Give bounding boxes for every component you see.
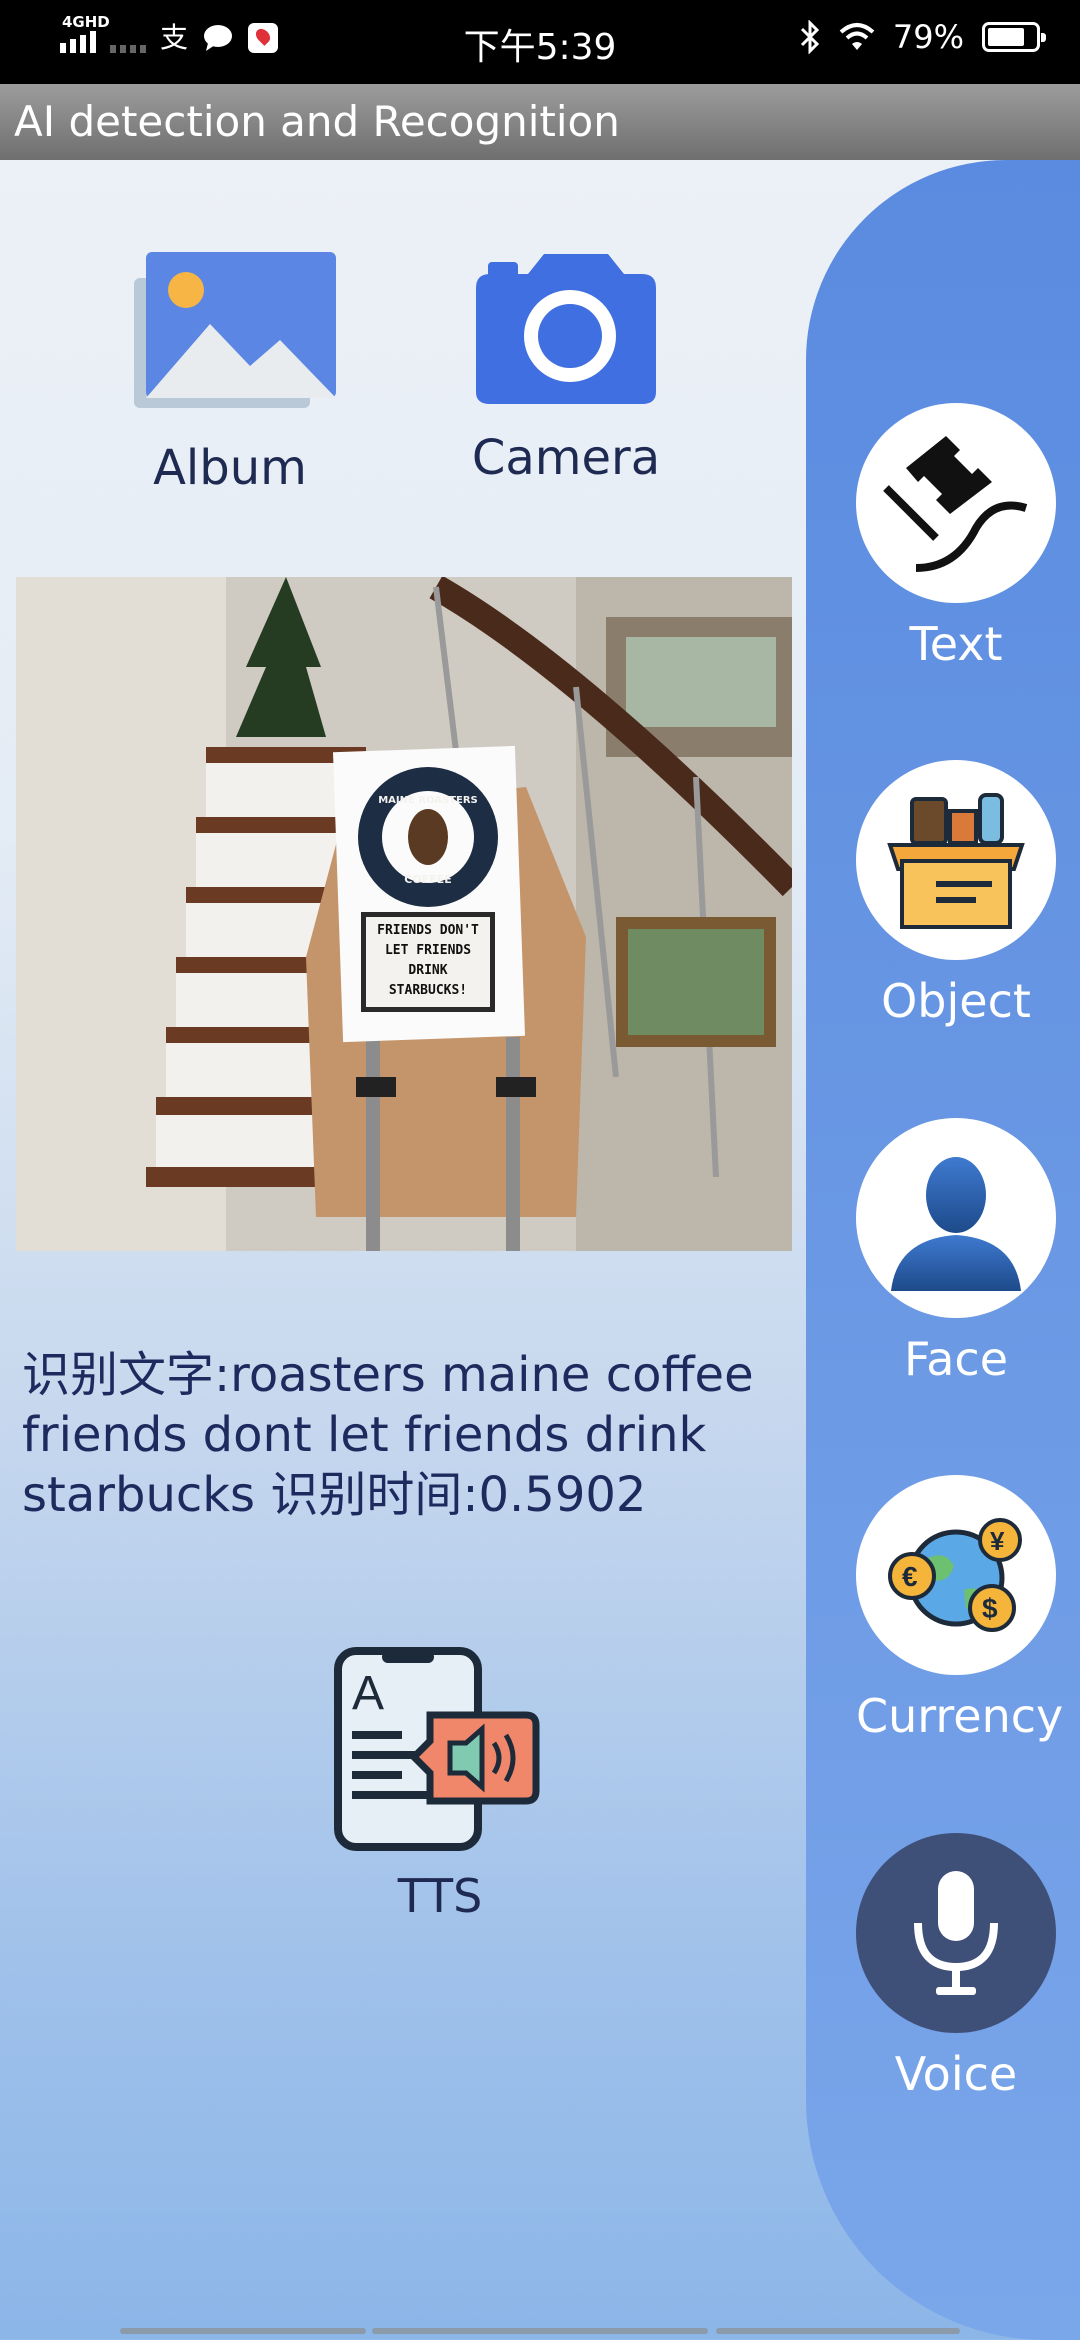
microphone-icon	[914, 1871, 998, 1995]
text-icon	[883, 436, 1028, 572]
poster-message: FRIENDS DON'T LET FRIENDS DRINK STARBUCK…	[366, 921, 490, 1001]
poster-line: DRINK	[408, 963, 448, 978]
home-indicator[interactable]	[372, 2328, 708, 2334]
photo-scene	[16, 577, 792, 1251]
home-indicator[interactable]	[120, 2328, 366, 2334]
album-icon	[134, 252, 336, 408]
sidebar-item-label: Text	[909, 617, 1003, 671]
poster-line: LET FRIENDS	[384, 943, 472, 958]
sidebar-item-label: Currency	[856, 1689, 1064, 1743]
face-mode-button[interactable]	[856, 1118, 1056, 1318]
camera-icon	[476, 254, 656, 404]
text-mode-button[interactable]	[856, 403, 1056, 603]
object-mode-button[interactable]	[856, 760, 1056, 960]
poster-subtitle: COFFEE	[404, 873, 452, 886]
svg-text:€: €	[902, 1561, 918, 1592]
recognition-result: 识别文字:roasters maine coffee friends dont …	[22, 1347, 754, 1523]
album-label: Album	[153, 440, 307, 496]
poster-line: FRIENDS DON'T	[377, 923, 479, 938]
sidebar-item-label: Object	[881, 974, 1031, 1028]
sidebar-item-voice[interactable]: Voice	[856, 1833, 1056, 2101]
bluetooth-icon	[800, 20, 819, 54]
status-bar: 4GHD 支 下午5:39 79%	[0, 0, 1080, 84]
svg-text:$: $	[982, 1593, 998, 1624]
home-indicator[interactable]	[716, 2328, 960, 2334]
sidebar-item-currency[interactable]: € ¥ $ Currency	[856, 1475, 1064, 1743]
sidebar-item-object[interactable]: Object	[856, 760, 1056, 1028]
app-title-bar: AI detection and Recognition	[0, 84, 1080, 160]
tts-label: TTS	[397, 1869, 483, 1923]
sidebar-item-label: Voice	[894, 2047, 1018, 2101]
album-button[interactable]: Album	[130, 248, 336, 496]
camera-button[interactable]: Camera	[466, 248, 666, 486]
poster-line: STARBUCKS!	[388, 983, 468, 998]
object-box-icon	[887, 793, 1025, 929]
feature-sidebar: Text Object Face € ¥ $ Currency Voice	[806, 160, 1080, 2340]
sidebar-item-text[interactable]: Text	[856, 403, 1056, 671]
camera-label: Camera	[471, 430, 661, 486]
battery-icon	[982, 22, 1046, 52]
captured-photo: MAINE ROASTERS COFFEE FRIENDS DON'T LET …	[16, 577, 792, 1251]
sidebar-item-face[interactable]: Face	[856, 1118, 1056, 1386]
battery-percent: 79%	[892, 18, 964, 56]
status-right: 79%	[799, 18, 1046, 56]
tts-button[interactable]: A TTS	[330, 1645, 550, 1923]
poster-title: MAINE ROASTERS	[378, 795, 478, 806]
sidebar-item-label: Face	[903, 1332, 1009, 1386]
text-to-speech-icon: A	[334, 1647, 540, 1851]
voice-mode-button[interactable]	[856, 1833, 1056, 2033]
face-icon	[891, 1157, 1021, 1291]
battery-level	[988, 28, 1025, 46]
wifi-icon	[839, 23, 875, 50]
app-title: AI detection and Recognition	[14, 97, 620, 146]
currency-icon: € ¥ $	[888, 1518, 1022, 1632]
svg-text:A: A	[352, 1667, 384, 1720]
svg-text:¥: ¥	[990, 1526, 1005, 1556]
currency-mode-button[interactable]: € ¥ $	[856, 1475, 1056, 1675]
